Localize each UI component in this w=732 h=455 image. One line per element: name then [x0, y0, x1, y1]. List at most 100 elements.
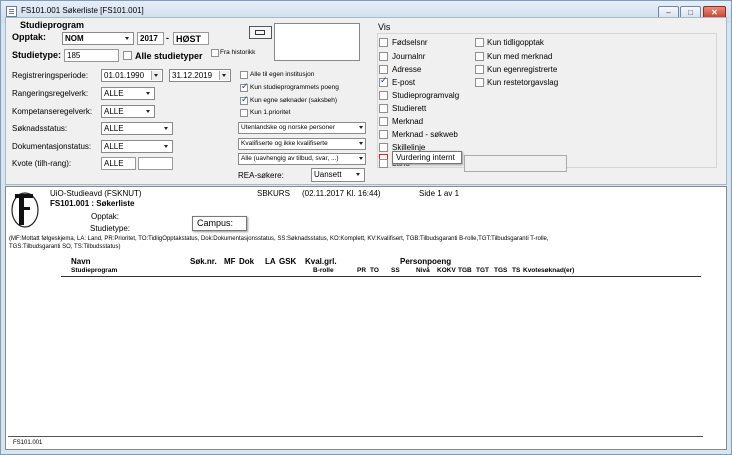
opptak-select[interactable]: NOM	[62, 32, 134, 45]
col-niva: Nivå	[416, 267, 430, 274]
year-term-separator: -	[166, 33, 169, 43]
merknad-sokweb-checkbox[interactable]	[379, 130, 388, 139]
app-icon	[6, 6, 17, 17]
term-field[interactable]: HØST	[173, 32, 209, 45]
e-post-label: E-post	[392, 78, 416, 87]
chevron-down-icon	[144, 107, 153, 116]
window-title: FS101.001 Søkerliste [FS101.001]	[21, 6, 144, 15]
year-field[interactable]: 2017	[137, 32, 164, 45]
col-mf: MF	[224, 257, 236, 266]
dokumentasjonsstatus-value: ALLE	[104, 142, 124, 151]
col-ts: TS	[512, 267, 521, 274]
rangeringsregelverk-select[interactable]: ALLE	[101, 87, 155, 100]
kompetanseregelverk-label: Kompetanseregelverk:	[12, 107, 93, 116]
alle-studietyper-checkbox[interactable]	[123, 51, 132, 60]
header-rule	[61, 276, 701, 277]
rea-sokere-select[interactable]: Uansett	[311, 168, 365, 182]
report-preview-button[interactable]	[249, 26, 272, 39]
info-box	[274, 23, 360, 61]
adresse-checkbox[interactable]	[379, 65, 388, 74]
col-gsk: GSK	[279, 257, 297, 266]
report-preview: UiO-Studieavd (FSKNUT) FS101.001 : Søker…	[5, 186, 727, 450]
fodselsnr-checkbox[interactable]	[379, 38, 388, 47]
col-soknr: Søk.nr.	[190, 257, 217, 266]
date-to-value: 31.12.2019	[172, 71, 213, 80]
report-studietype-label: Studietype:	[90, 224, 131, 233]
kvote-field-2[interactable]	[138, 157, 173, 170]
col-navn: Navn	[71, 257, 91, 266]
alle-til-egen-institusjon-checkbox[interactable]	[240, 71, 248, 79]
kun-studieprogrammets-poeng-checkbox[interactable]	[240, 82, 249, 92]
report-sbkurs: SBKURS	[257, 189, 290, 198]
col-la: LA	[265, 257, 276, 266]
opptak-label: Opptak:	[12, 32, 47, 42]
studieprogramvalg-checkbox[interactable]	[379, 91, 388, 100]
window-icon	[255, 30, 265, 35]
studierett-checkbox[interactable]	[379, 104, 388, 113]
chevron-down-icon	[162, 142, 171, 151]
opptak-value: NOM	[65, 34, 84, 43]
report-legend-line-1: (MF:Mottatt følgeskjema, LA: Land, PR:Pr…	[9, 236, 549, 242]
land-checkbox[interactable]	[379, 159, 388, 168]
kvote-label: Kvote (tilh-rang):	[12, 159, 72, 168]
kompetanseregelverk-select[interactable]: ALLE	[101, 105, 155, 118]
col-dok: Dok	[239, 257, 255, 266]
personer-dropdown[interactable]: Utenlandske og norske personer	[238, 122, 366, 134]
soknadsstatus-label: Søknadsstatus:	[12, 124, 68, 133]
tooltip-field[interactable]	[464, 155, 567, 172]
chevron-down-icon	[354, 170, 363, 179]
merknad-label: Merknad	[392, 117, 424, 126]
report-opptak-label: Opptak:	[91, 212, 120, 221]
merknad-sokweb-label: Merknad - søkweb	[392, 130, 458, 139]
report-page: Side 1 av 1	[419, 189, 460, 198]
merknad-checkbox[interactable]	[379, 117, 388, 126]
col-ss: SS	[391, 267, 400, 274]
kvote-field[interactable]: ALLE	[101, 157, 136, 170]
fodselsnr-label: Fødselsnr	[392, 38, 428, 47]
kvalifiserte-dropdown[interactable]: Kvalifiserte og ikke kvalifiserte	[238, 138, 366, 150]
kun-med-merknad-label: Kun med merknad	[487, 52, 553, 61]
col-tgt: TGT	[476, 267, 489, 274]
date-from-select[interactable]: 01.01.1990	[101, 69, 163, 82]
report-title: FS101.001 : Søkerliste	[50, 199, 135, 208]
soknadsstatus-select[interactable]: ALLE	[101, 122, 173, 135]
date-to-select[interactable]: 31.12.2019	[169, 69, 231, 82]
kun-1-prioritet-checkbox[interactable]	[240, 109, 248, 117]
dokumentasjonsstatus-label: Dokumentasjonstatus:	[12, 142, 92, 151]
report-footer: FS101.001	[13, 440, 43, 446]
kun-egne-soknader-label: Kun egne søknader (saksbeh)	[250, 97, 338, 104]
studieprogram-heading: Studieprogram	[20, 20, 85, 30]
rangeringsregelverk-label: Rangeringsregelverk:	[12, 89, 89, 98]
chevron-down-icon	[359, 142, 363, 145]
chevron-down-icon	[162, 124, 171, 133]
kun-egne-soknader-checkbox[interactable]	[240, 95, 249, 105]
kun-restetorgavslag-label: Kun restetorgavslag	[487, 78, 559, 87]
chevron-down-icon	[151, 71, 161, 80]
app-window: FS101.001 Søkerliste [FS101.001] – □ ✕ S…	[0, 0, 732, 455]
chevron-down-icon	[359, 157, 363, 160]
studietype-field[interactable]: 185	[64, 49, 119, 62]
fra-historikk-checkbox[interactable]	[211, 49, 219, 57]
kun-med-merknad-checkbox[interactable]	[475, 52, 484, 61]
journalnr-checkbox[interactable]	[379, 52, 388, 61]
skillelinje-checkbox[interactable]	[379, 143, 388, 152]
kun-tidligopptak-checkbox[interactable]	[475, 38, 484, 47]
col-to: TO	[370, 267, 379, 274]
col-tgb: TGB	[458, 267, 472, 274]
studieprogramvalg-label: Studieprogramvalg	[392, 91, 460, 100]
studierett-label: Studierett	[392, 104, 427, 113]
dokumentasjonsstatus-select[interactable]: ALLE	[101, 140, 173, 153]
alle-til-egen-institusjon-label: Alle til egen institusjon	[250, 71, 315, 78]
report-legend-line-2: TGS:Tilbudsgaranti SO, TS:Tilbudsstatus)	[9, 244, 121, 250]
kun-restetorgavslag-checkbox[interactable]	[475, 78, 484, 87]
tilbud-dropdown[interactable]: Alle (uavhengig av tilbud, svar, ...)	[238, 153, 366, 165]
chevron-down-icon	[219, 71, 229, 80]
rangeringsregelverk-value: ALLE	[104, 89, 124, 98]
alle-studietyper-label: Alle studietyper	[135, 51, 203, 61]
personer-value: Utenlandske og norske personer	[241, 124, 335, 131]
criteria-panel: Studieprogram Opptak: NOM 2017 - HØST St…	[5, 17, 727, 185]
kun-egenregistrerte-checkbox[interactable]	[475, 65, 484, 74]
e-post-checkbox[interactable]	[379, 76, 388, 87]
kun-1-prioritet-label: Kun 1.prioritet	[250, 109, 291, 116]
date-from-value: 01.01.1990	[104, 71, 145, 80]
